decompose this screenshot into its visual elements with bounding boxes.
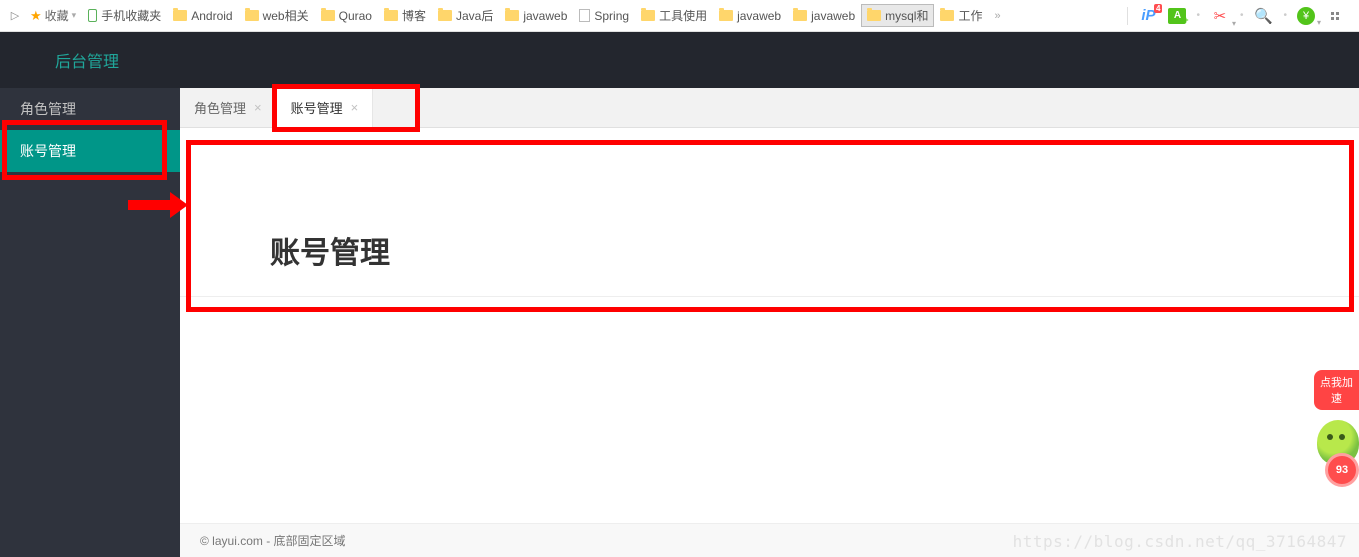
folder-icon	[641, 10, 655, 21]
nav-back-icon[interactable]: ▷	[6, 7, 24, 25]
accelerate-button[interactable]: 点我加速	[1314, 370, 1359, 410]
bookmark-item[interactable]: javaweb	[787, 6, 861, 26]
bookmark-item[interactable]: mysql和	[861, 4, 934, 27]
bookmark-item[interactable]: Java后	[432, 4, 499, 27]
mascot-icon: 93	[1317, 420, 1359, 465]
separator: •	[1196, 10, 1200, 21]
page-heading: 账号管理	[270, 228, 1359, 272]
phone-icon	[88, 9, 97, 22]
annotation-arrow	[128, 200, 173, 210]
browser-bookmark-bar: ▷ ★ 收藏 ▾ 手机收藏夹 Android web相关 Qurao 博客 Java后 ja…	[0, 0, 1359, 32]
tab[interactable]: 账号管理 ×	[277, 88, 374, 127]
close-icon[interactable]: ×	[351, 100, 359, 115]
folder-icon	[173, 10, 187, 21]
accelerator-widget[interactable]: 点我加速 93	[1314, 370, 1359, 465]
bookmark-item[interactable]: Qurao	[315, 6, 378, 26]
separator: •	[1240, 10, 1244, 21]
sidebar: 角色管理账号管理	[0, 88, 180, 557]
app-title: 后台管理	[55, 48, 119, 72]
notification-badge: 4	[1154, 4, 1162, 13]
folder-icon	[719, 10, 733, 21]
favorites-label: 收藏	[45, 7, 69, 24]
folder-icon	[245, 10, 259, 21]
main-area: 角色管理×账号管理× 账号管理 © layui.com - 底部固定区域	[180, 88, 1359, 557]
folder-icon	[867, 10, 881, 21]
bookmark-label: 博客	[402, 7, 426, 24]
bookmark-item[interactable]: Android	[167, 6, 238, 26]
sidebar-item[interactable]: 账号管理	[0, 130, 180, 172]
bookmark-item[interactable]: 博客	[378, 4, 432, 27]
sidebar-item[interactable]: 角色管理	[0, 88, 180, 130]
folder-icon	[384, 10, 398, 21]
bookmark-label: javaweb	[523, 9, 567, 23]
star-icon: ★	[30, 8, 42, 24]
bookmark-label: 工作	[958, 7, 982, 24]
bookmark-label: Spring	[594, 9, 629, 23]
app-body: 角色管理账号管理 角色管理×账号管理× 账号管理 © layui.com - 底…	[0, 88, 1359, 557]
bookmark-label: javaweb	[811, 9, 855, 23]
folder-icon	[438, 10, 452, 21]
tab-label: 角色管理	[194, 98, 246, 117]
content-area: 账号管理	[180, 128, 1359, 523]
folder-icon	[505, 10, 519, 21]
search-icon[interactable]: 🔍	[1253, 6, 1273, 26]
bookmark-item[interactable]: 工作	[934, 4, 988, 27]
favorites-menu[interactable]: ★ 收藏 ▾	[30, 7, 76, 24]
close-icon[interactable]: ×	[254, 100, 262, 115]
bookmark-label: Java后	[456, 7, 493, 24]
apps-grid-icon[interactable]	[1325, 6, 1345, 26]
tab-label: 账号管理	[291, 98, 343, 117]
admin-app: 后台管理 角色管理账号管理 角色管理×账号管理× 账号管理 © layui.co…	[0, 32, 1359, 557]
separator	[1127, 7, 1128, 25]
bookmark-item[interactable]: javaweb	[713, 6, 787, 26]
bookmark-label: web相关	[263, 7, 309, 24]
extension-translate-icon[interactable]: A+	[1168, 8, 1186, 24]
bookmark-item[interactable]: Spring	[573, 6, 635, 26]
bookmark-label: javaweb	[737, 9, 781, 23]
bookmarks-overflow[interactable]: »	[995, 10, 1001, 22]
bookmark-item[interactable]: 手机收藏夹	[82, 4, 167, 27]
folder-icon	[940, 10, 954, 21]
screenshot-icon[interactable]: ✂▾	[1210, 6, 1230, 26]
bookmark-label: 工具使用	[659, 7, 707, 24]
tab[interactable]: 角色管理 ×	[180, 88, 277, 127]
extension-p-icon[interactable]: iP4	[1138, 6, 1158, 26]
tab-bar: 角色管理 × 账号管理 ×	[180, 88, 1359, 128]
chevron-down-icon: ▾	[72, 10, 77, 21]
watermark-text: https://blog.csdn.net/qq_37164847	[1013, 532, 1347, 551]
wallet-icon[interactable]: ¥▾	[1297, 7, 1315, 25]
bookmark-item[interactable]: 工具使用	[635, 4, 713, 27]
bookmark-label: mysql和	[885, 7, 928, 24]
folder-icon	[321, 10, 335, 21]
browser-toolbar-right: iP4 A+ • ✂▾ • 🔍 • ¥▾	[1127, 6, 1353, 26]
bookmark-item[interactable]: web相关	[239, 4, 315, 27]
bookmark-label: Qurao	[339, 9, 372, 23]
separator: •	[1283, 10, 1287, 21]
folder-icon	[793, 10, 807, 21]
score-badge: 93	[1325, 453, 1359, 487]
bookmark-item[interactable]: javaweb	[499, 6, 573, 26]
page-icon	[579, 9, 590, 22]
bookmark-label: 手机收藏夹	[101, 7, 161, 24]
app-header: 后台管理	[0, 32, 1359, 88]
bookmark-label: Android	[191, 9, 232, 23]
divider	[180, 296, 1359, 297]
